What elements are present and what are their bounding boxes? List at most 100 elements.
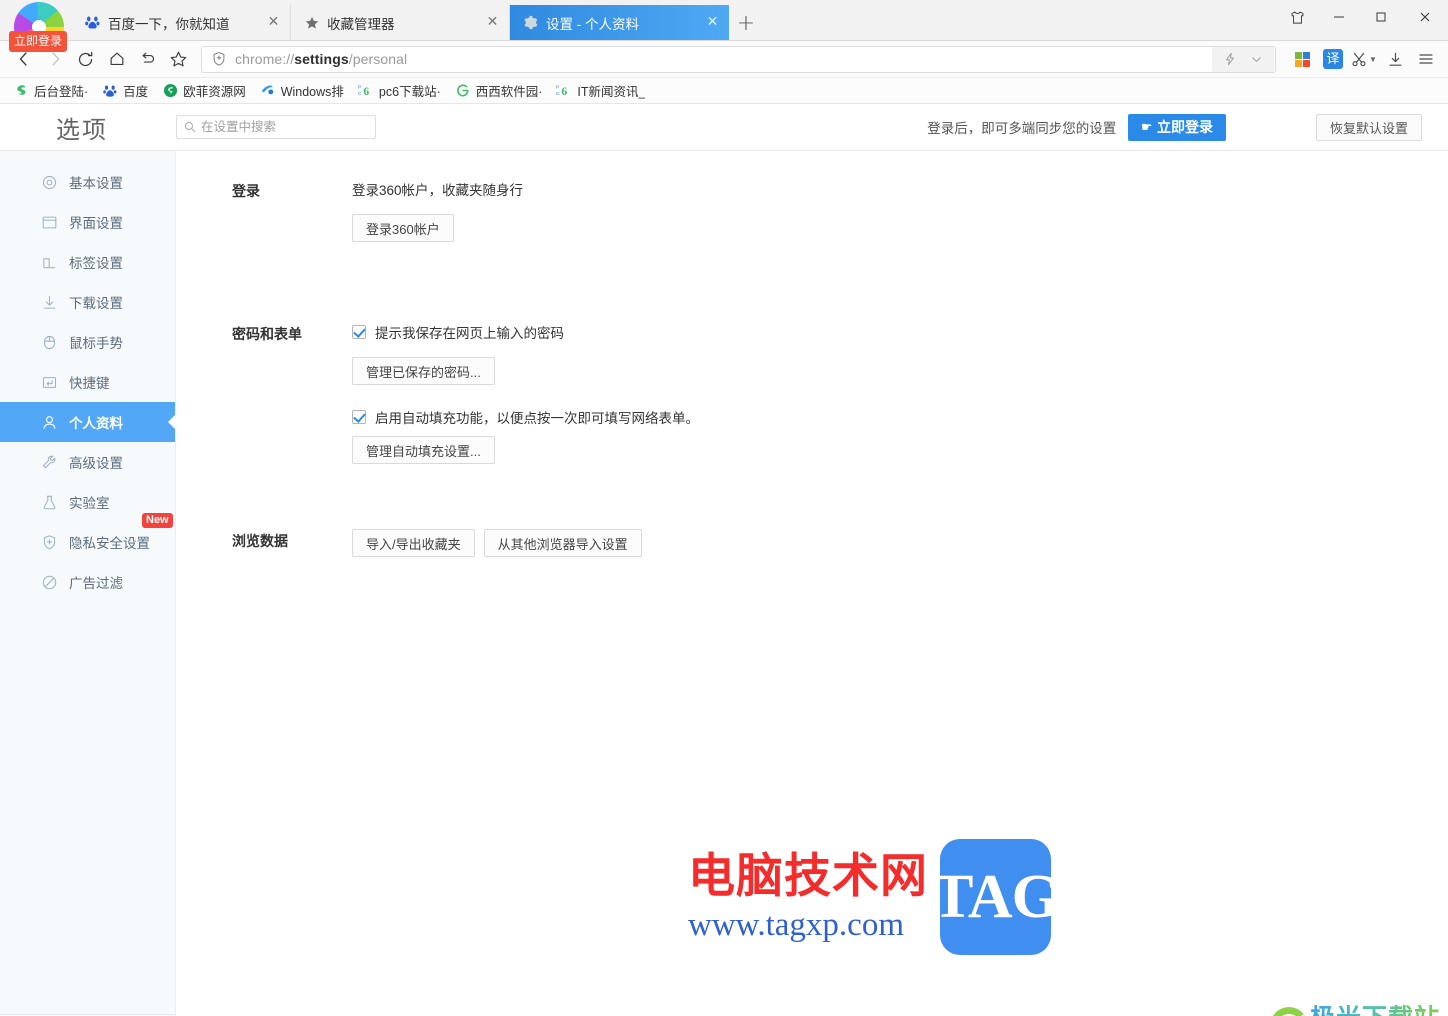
downloads-button[interactable] [1381,45,1409,74]
watermark-center: 电脑技术网 www.tagxp.com TAG [688,839,1060,955]
restore-tab-button[interactable] [132,45,163,74]
maximize-button[interactable] [1360,0,1402,39]
reload-button[interactable] [70,45,101,74]
import-export-bookmarks-button[interactable]: 导入/导出收藏夹 [352,529,475,557]
bookmark-item[interactable]: Windows排 [253,80,351,102]
home-button[interactable] [101,45,132,74]
bookmark-label: IT新闻资讯_ [577,85,646,99]
bookmark-item[interactable]: P C 6 pc6下载站· [351,80,448,102]
sidebar-item-label: 下载设置 [69,296,123,311]
watermark-site-url: www.tagxp.com [688,907,904,943]
shield-plus-icon [40,534,58,551]
sidebar-item-advanced-settings[interactable]: 高级设置 [0,442,175,482]
search-icon [184,121,196,133]
minimize-button[interactable] [1318,0,1360,39]
browser-toolbar: chrome://settings/personal 译 ▼ [0,41,1448,78]
sidebar-item-label: 实验室 [69,496,110,511]
bookmark-item[interactable]: P C 6 IT新闻资讯_ [549,80,652,102]
skin-button[interactable] [1276,0,1318,39]
keyboard-key-icon [40,374,58,391]
search-input[interactable] [201,120,368,134]
lightning-icon[interactable] [1217,47,1243,72]
svg-text:P: P [556,85,559,91]
svg-text:C: C [556,91,560,97]
save-passwords-checkbox[interactable] [352,325,366,339]
security-shield-icon [211,51,227,67]
sidebar-item-label: 快捷键 [69,376,110,391]
chevron-down-icon[interactable]: ▼ [1369,55,1377,64]
tab-bookmark-manager[interactable]: 收藏管理器 ✕ [291,5,510,40]
sidebar-item-personal-info[interactable]: 个人资料 [0,402,176,442]
green-g-icon [455,83,471,99]
bookmark-item[interactable]: 西西软件园· [448,80,550,102]
s-logo-icon [13,83,29,99]
settings-search[interactable] [176,115,376,139]
menu-button[interactable] [1412,45,1440,74]
pc6-icon: P C 6 [358,83,374,99]
new-tab-button[interactable]: + [729,6,763,40]
sidebar-item-mouse-gesture[interactable]: 鼠标手势 [0,322,175,362]
chevron-down-icon[interactable] [1243,47,1269,72]
baidu-paw-icon [84,14,101,31]
settings-page: 选项 登录后，即可多端同步您的设置 ☛ 立即登录 恢复默认设置 [0,104,1448,1016]
tab-strip: 百度一下，你就知道 ✕ 收藏管理器 ✕ 设置 - 个人资料 ✕ + [72,0,763,40]
settings-body: 基本设置 界面设置 标签设置 下载设置 鼠标手势 快捷键 个人资料 高级设置 实… [0,151,1448,1016]
tab-settings[interactable]: 设置 - 个人资料 ✕ [510,5,729,40]
browser-logo[interactable]: 立即登录 [10,2,68,60]
close-button[interactable] [1402,0,1448,39]
bookmark-item[interactable]: 欧菲资源网 [155,80,253,102]
sidebar-item-basic-settings[interactable]: 基本设置 [0,162,175,202]
sidebar-item-interface-settings[interactable]: 界面设置 [0,202,175,242]
manage-saved-passwords-button[interactable]: 管理已保存的密码... [352,357,495,385]
sidebar-item-shortcut-keys[interactable]: 快捷键 [0,362,175,402]
tab-close-icon[interactable]: ✕ [484,14,501,31]
tab-close-icon[interactable]: ✕ [265,14,282,31]
tab-title: 百度一下，你就知道 [108,16,230,32]
mouse-icon [40,334,58,351]
screenshot-scissors-button[interactable]: ▼ [1350,45,1378,74]
bookmarks-bar: 后台登陆· 百度 欧菲资源网 Windows排 P C 6 pc6下载站· 西西… [0,78,1448,104]
watermark-site-name: 电脑技术网 [688,849,928,904]
tshirt-icon [1290,10,1305,30]
autofill-checkbox[interactable] [352,410,366,424]
sidebar-item-label: 广告过滤 [69,576,123,591]
sidebar-items: 基本设置 界面设置 标签设置 下载设置 鼠标手势 快捷键 个人资料 高级设置 实… [0,151,176,1014]
gear-icon [522,14,539,31]
restore-defaults-button[interactable]: 恢复默认设置 [1315,113,1422,141]
login-now-button[interactable]: ☛ 立即登录 [1128,113,1226,141]
login-360-account-button[interactable]: 登录360帐户 [352,214,454,242]
settings-header: 选项 登录后，即可多端同步您的设置 ☛ 立即登录 恢复默认设置 [0,104,1448,151]
svg-text:C: C [358,91,362,97]
logo-login-badge[interactable]: 立即登录 [10,32,67,51]
save-passwords-checkbox-row[interactable]: 提示我保存在网页上输入的密码 [352,322,1448,342]
block-icon [40,574,58,591]
sidebar-item-label: 界面设置 [69,216,123,231]
tab-baidu[interactable]: 百度一下，你就知道 ✕ [72,5,291,40]
sidebar-item-privacy-security[interactable]: New 隐私安全设置 [0,513,175,562]
flask-icon [40,494,58,511]
settings-content: 登录 登录360帐户，收藏夹随身行 登录360帐户 密码和表单 提示我保存在网页… [176,151,1448,1016]
translate-button[interactable]: 译 [1319,45,1347,74]
bookmark-label: 百度 [123,85,149,99]
sidebar-item-label: 标签设置 [69,256,123,271]
bookmark-star-button[interactable] [163,45,194,74]
svg-text:P: P [358,85,361,91]
baidu-paw-icon [102,83,118,99]
login-description: 登录360帐户，收藏夹随身行 [352,183,524,198]
wrench-icon [40,454,58,471]
sidebar-item-label: 基本设置 [69,176,123,191]
sidebar-item-ad-filter[interactable]: 广告过滤 [0,562,175,602]
sidebar-item-download-settings[interactable]: 下载设置 [0,282,175,322]
import-from-other-browser-button[interactable]: 从其他浏览器导入设置 [483,529,642,557]
bookmark-item[interactable]: 后台登陆· [6,80,95,102]
autofill-checkbox-row[interactable]: 启用自动填充功能，以便点按一次即可填写网络表单。 [352,407,1448,427]
bookmark-item[interactable]: 百度 [95,80,155,102]
download-icon [40,294,58,311]
watermark-br-name: 极光下载站 [1310,1005,1440,1016]
svg-text:6: 6 [562,86,568,98]
sidebar-item-tab-settings[interactable]: 标签设置 [0,242,175,282]
address-bar[interactable]: chrome://settings/personal [201,45,1276,73]
manage-autofill-settings-button[interactable]: 管理自动填充设置... [352,436,495,464]
ms-grid-icon[interactable] [1288,45,1316,74]
tab-close-icon[interactable]: ✕ [704,14,721,31]
